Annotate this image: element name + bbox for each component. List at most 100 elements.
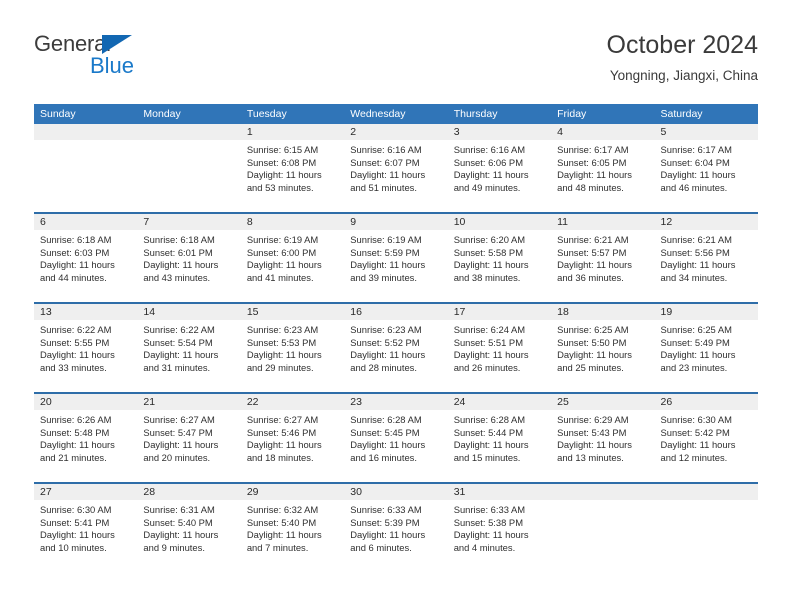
day-number: 23 xyxy=(344,394,448,410)
calendar-day-cell[interactable]: 8 Sunrise: 6:19 AM Sunset: 6:00 PM Daylight… xyxy=(240,214,345,302)
day-details: Sunrise: 6:17 AM Sunset: 6:04 PM Daylight:… xyxy=(655,140,758,194)
calendar-day-cell[interactable]: 1 Sunrise: 6:15 AM Sunset: 6:08 PM Daylight… xyxy=(240,124,345,212)
calendar-day-cell[interactable]: 27 Sunrise: 6:30 AM Sunset: 5:41 PM Dayligh… xyxy=(34,484,138,572)
calendar-day-cell[interactable]: 7 Sunrise: 6:18 AM Sunset: 6:01 PM Daylight… xyxy=(137,214,241,302)
calendar-day-cell[interactable]: 2 Sunrise: 6:16 AM Sunset: 6:07 PM Daylight… xyxy=(344,124,448,212)
day-number: 13 xyxy=(34,304,138,320)
calendar-day-cell[interactable]: 14 Sunrise: 6:22 AM Sunset: 5:54 PM Dayligh… xyxy=(137,304,241,392)
day-details: Sunrise: 6:15 AM Sunset: 6:08 PM Daylight:… xyxy=(241,140,344,194)
location-subtitle: Yongning, Jiangxi, China xyxy=(609,68,758,83)
sunrise-time: Sunrise: 6:27 AM xyxy=(246,414,319,425)
daylight-duration-line1: Daylight: 11 hours xyxy=(40,259,115,271)
calendar-day-cell[interactable]: 28 Sunrise: 6:31 AM Sunset: 5:40 PM Dayligh… xyxy=(137,484,241,572)
sunset-time: Sunset: 5:57 PM xyxy=(557,246,627,258)
daylight-duration-line1: Daylight: 11 hours xyxy=(660,169,736,181)
day-number: 18 xyxy=(551,304,655,320)
calendar-day-cell[interactable]: 11 Sunrise: 6:21 AM Sunset: 5:57 PM Dayligh… xyxy=(551,214,655,302)
weekday-header-wednesday: Wednesday xyxy=(350,108,406,120)
calendar-day-cell[interactable]: 4 Sunrise: 6:17 AM Sunset: 6:05 PM Daylight… xyxy=(551,124,655,212)
calendar-day-cell[interactable]: 19 Sunrise: 6:25 AM Sunset: 5:49 PM Dayligh… xyxy=(654,304,758,392)
daylight-duration-line1: Daylight: 11 hours xyxy=(246,169,322,181)
sunset-time: Sunset: 6:01 PM xyxy=(143,246,213,258)
daylight-duration-line1: Daylight: 11 hours xyxy=(660,259,736,271)
sunset-time: Sunset: 5:49 PM xyxy=(660,336,730,348)
daylight-duration-line2: and 25 minutes. xyxy=(557,361,624,373)
day-details: Sunrise: 6:22 AM Sunset: 5:54 PM Daylight:… xyxy=(137,320,240,374)
calendar-day-cell[interactable]: 23 Sunrise: 6:28 AM Sunset: 5:45 PM Dayligh… xyxy=(344,394,448,482)
sunrise-time: Sunrise: 6:23 AM xyxy=(246,324,319,335)
daylight-duration-line1: Daylight: 11 hours xyxy=(660,349,736,361)
sunrise-time: Sunrise: 6:22 AM xyxy=(40,324,112,335)
sunrise-time: Sunrise: 6:31 AM xyxy=(143,504,215,515)
calendar-day-cell[interactable]: 20 Sunrise: 6:26 AM Sunset: 5:48 PM Dayligh… xyxy=(34,394,138,482)
calendar-day-cell-empty xyxy=(34,124,138,212)
page-header: General Blue October 2024 Yongning, Jian… xyxy=(34,30,758,96)
sunrise-time: Sunrise: 6:22 AM xyxy=(143,324,215,335)
weekday-header-tuesday: Tuesday xyxy=(246,108,287,120)
daylight-duration-line2: and 48 minutes. xyxy=(557,181,624,193)
calendar-day-cell[interactable]: 26 Sunrise: 6:30 AM Sunset: 5:42 PM Dayligh… xyxy=(654,394,758,482)
calendar-day-cell[interactable]: 17 Sunrise: 6:24 AM Sunset: 5:51 PM Dayligh… xyxy=(447,304,552,392)
day-details: Sunrise: 6:28 AM Sunset: 5:45 PM Daylight:… xyxy=(344,410,447,464)
sunrise-time: Sunrise: 6:26 AM xyxy=(40,414,112,425)
calendar-day-cell[interactable]: 6 Sunrise: 6:18 AM Sunset: 6:03 PM Daylight… xyxy=(34,214,138,302)
calendar-grid: Sunday Monday Tuesday Wednesday Thursday Frid… xyxy=(34,104,758,572)
day-details: Sunrise: 6:28 AM Sunset: 5:44 PM Daylight:… xyxy=(448,410,551,464)
calendar-day-cell-empty xyxy=(137,124,241,212)
day-details: Sunrise: 6:23 AM Sunset: 5:53 PM Daylight:… xyxy=(241,320,344,374)
day-number: 7 xyxy=(137,214,241,230)
sunset-time: Sunset: 5:44 PM xyxy=(453,426,523,438)
day-details: Sunrise: 6:22 AM Sunset: 5:55 PM Daylight:… xyxy=(34,320,137,374)
day-number: 11 xyxy=(551,214,655,230)
day-number: 17 xyxy=(447,304,552,320)
calendar-day-cell[interactable]: 30 Sunrise: 6:33 AM Sunset: 5:39 PM Dayligh… xyxy=(344,484,448,572)
calendar-day-cell[interactable]: 16 Sunrise: 6:23 AM Sunset: 5:52 PM Dayligh… xyxy=(344,304,448,392)
daylight-duration-line1: Daylight: 11 hours xyxy=(453,529,529,541)
sunset-time: Sunset: 5:40 PM xyxy=(143,516,213,528)
calendar-day-cell[interactable]: 29 Sunrise: 6:32 AM Sunset: 5:40 PM Dayligh… xyxy=(240,484,345,572)
daylight-duration-line2: and 29 minutes. xyxy=(246,361,314,373)
daylight-duration-line1: Daylight: 11 hours xyxy=(40,529,115,541)
daylight-duration-line1: Daylight: 11 hours xyxy=(143,259,219,271)
daylight-duration-line1: Daylight: 11 hours xyxy=(350,439,426,451)
week-days: 20 Sunrise: 6:26 AM Sunset: 5:48 PM Dayligh… xyxy=(34,394,758,482)
calendar-week-row: 13 Sunrise: 6:22 AM Sunset: 5:55 PM Dayligh… xyxy=(34,302,758,392)
calendar-day-cell[interactable]: 25 Sunrise: 6:29 AM Sunset: 5:43 PM Dayligh… xyxy=(551,394,655,482)
sunset-time: Sunset: 5:43 PM xyxy=(557,426,627,438)
sunset-time: Sunset: 5:59 PM xyxy=(350,246,420,258)
calendar-day-cell[interactable]: 31 Sunrise: 6:33 AM Sunset: 5:38 PM Dayligh… xyxy=(447,484,552,572)
day-number: 29 xyxy=(240,484,345,500)
sunrise-time: Sunrise: 6:28 AM xyxy=(350,414,422,425)
calendar-day-cell[interactable]: 24 Sunrise: 6:28 AM Sunset: 5:44 PM Dayligh… xyxy=(447,394,552,482)
brand-logo[interactable]: General Blue xyxy=(34,32,254,92)
daylight-duration-line1: Daylight: 11 hours xyxy=(453,169,529,181)
weekday-header-thursday: Thursday xyxy=(453,108,498,120)
calendar-day-cell[interactable]: 22 Sunrise: 6:27 AM Sunset: 5:46 PM Dayligh… xyxy=(240,394,345,482)
calendar-day-cell[interactable]: 12 Sunrise: 6:21 AM Sunset: 5:56 PM Dayligh… xyxy=(654,214,758,302)
daylight-duration-line2: and 7 minutes. xyxy=(246,541,309,553)
calendar-day-cell[interactable]: 18 Sunrise: 6:25 AM Sunset: 5:50 PM Dayligh… xyxy=(551,304,655,392)
calendar-day-cell[interactable]: 13 Sunrise: 6:22 AM Sunset: 5:55 PM Dayligh… xyxy=(34,304,138,392)
sunrise-time: Sunrise: 6:21 AM xyxy=(660,234,732,245)
day-details: Sunrise: 6:32 AM Sunset: 5:40 PM Daylight:… xyxy=(241,500,344,554)
sunrise-time: Sunrise: 6:25 AM xyxy=(557,324,629,335)
sunrise-time: Sunrise: 6:33 AM xyxy=(350,504,422,515)
calendar-day-cell[interactable]: 10 Sunrise: 6:20 AM Sunset: 5:58 PM Dayligh… xyxy=(447,214,552,302)
calendar-day-cell[interactable]: 21 Sunrise: 6:27 AM Sunset: 5:47 PM Dayligh… xyxy=(137,394,241,482)
day-details: Sunrise: 6:18 AM Sunset: 6:03 PM Daylight:… xyxy=(34,230,137,284)
sunset-time: Sunset: 5:38 PM xyxy=(453,516,523,528)
day-details: Sunrise: 6:30 AM Sunset: 5:41 PM Daylight:… xyxy=(34,500,137,554)
calendar-day-cell[interactable]: 3 Sunrise: 6:16 AM Sunset: 6:06 PM Daylight… xyxy=(447,124,552,212)
calendar-day-cell[interactable]: 5 Sunrise: 6:17 AM Sunset: 6:04 PM Daylight… xyxy=(654,124,758,212)
daylight-duration-line1: Daylight: 11 hours xyxy=(453,439,529,451)
daylight-duration-line1: Daylight: 11 hours xyxy=(453,259,529,271)
daylight-duration-line2: and 20 minutes. xyxy=(143,451,211,463)
weekday-header-monday: Monday xyxy=(143,108,181,120)
calendar-day-cell[interactable]: 9 Sunrise: 6:19 AM Sunset: 5:59 PM Daylight… xyxy=(344,214,448,302)
title-block: October 2024 Yongning, Jiangxi, China xyxy=(607,30,759,86)
sunrise-time: Sunrise: 6:23 AM xyxy=(350,324,422,335)
calendar-day-cell[interactable]: 15 Sunrise: 6:23 AM Sunset: 5:53 PM Dayligh… xyxy=(240,304,345,392)
day-number: 19 xyxy=(654,304,758,320)
day-number xyxy=(34,124,138,140)
daylight-duration-line2: and 4 minutes. xyxy=(453,541,516,553)
